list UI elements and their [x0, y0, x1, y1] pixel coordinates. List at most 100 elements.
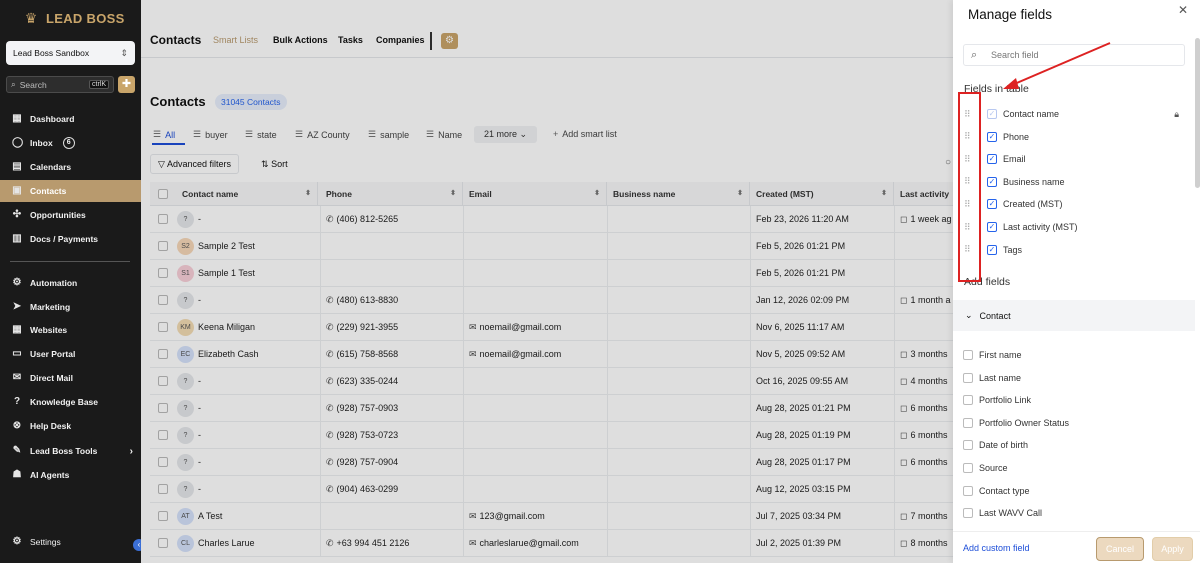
row-checkbox[interactable]: [158, 295, 168, 305]
field-checkbox[interactable]: [963, 463, 973, 473]
table-row[interactable]: ? - ✆ (928) 753-0723 Aug 28, 2025 01:19 PM ◻ 6…: [150, 422, 960, 449]
sidebar-item-opportunities[interactable]: ✣ Opportunities: [0, 204, 141, 226]
table-row[interactable]: ? - ✆ (480) 613-8830 Jan 12, 2026 02:09 PM ◻ 1…: [150, 287, 960, 314]
row-checkbox[interactable]: [158, 268, 168, 278]
sidebar-item-ai-agents[interactable]: ☗ AI Agents: [0, 464, 141, 486]
contact-name-cell[interactable]: ? -: [177, 449, 317, 476]
select-all-checkbox[interactable]: [158, 189, 168, 199]
field-in-table-row[interactable]: ⠿ ✓ Created (MST): [963, 193, 1188, 215]
phone-cell[interactable]: ✆ (229) 921-3955: [326, 314, 462, 341]
list-tab-sample[interactable]: ☰ sample: [368, 129, 409, 140]
email-cell[interactable]: ✉ noemail@gmail.com: [469, 314, 605, 341]
list-tab-name[interactable]: ☰ Name: [426, 129, 462, 140]
row-checkbox[interactable]: [158, 241, 168, 251]
sidebar-item-help-desk[interactable]: ⊗ Help Desk: [0, 415, 141, 437]
row-checkbox[interactable]: [158, 484, 168, 494]
sidebar-item-calendars[interactable]: ▤ Calendars: [0, 156, 141, 178]
table-row[interactable]: ? - ✆ (928) 757-0903 Aug 28, 2025 01:21 PM ◻ 6…: [150, 395, 960, 422]
email-cell[interactable]: [469, 476, 605, 503]
sidebar-item-docs-payments[interactable]: ▥ Docs / Payments: [0, 228, 141, 250]
phone-cell[interactable]: [326, 233, 462, 260]
settings-gear-button[interactable]: ⚙: [441, 33, 458, 49]
column-header-phone[interactable]: Phone ⬍: [320, 182, 463, 206]
table-row[interactable]: ? - ✆ (406) 812-5265 Feb 23, 2026 11:20 AM ◻ 1…: [150, 206, 960, 233]
sidebar-item-direct-mail[interactable]: ✉ Direct Mail: [0, 367, 141, 389]
contact-name-cell[interactable]: ? -: [177, 287, 317, 314]
email-cell[interactable]: [469, 287, 605, 314]
phone-cell[interactable]: ✆ (480) 613-8830: [326, 287, 462, 314]
add-field-row[interactable]: Portfolio Link: [963, 391, 1031, 409]
column-header-last-activity[interactable]: Last activity: [894, 182, 960, 206]
column-header-created[interactable]: Created (MST) ⬍: [750, 182, 894, 206]
contact-name-cell[interactable]: AT A Test: [177, 503, 317, 530]
field-in-table-row[interactable]: ⠿ ✓ Phone: [963, 126, 1188, 148]
close-icon[interactable]: ✕: [1178, 3, 1188, 17]
sidebar-item-inbox[interactable]: ◯ Inbox 6: [0, 132, 141, 154]
quick-add-button[interactable]: ✚: [118, 76, 135, 93]
add-field-row[interactable]: Last WAVV Call: [963, 504, 1042, 522]
field-checkbox[interactable]: ✓: [987, 154, 997, 165]
field-checkbox[interactable]: ✓: [987, 222, 997, 232]
table-row[interactable]: ? - ✆ (928) 757-0904 Aug 28, 2025 01:17 PM ◻ 6…: [150, 449, 960, 476]
tab-companies[interactable]: Companies: [376, 35, 425, 45]
field-checkbox[interactable]: [963, 417, 973, 428]
tab-smart-lists[interactable]: Smart Lists: [213, 35, 258, 45]
sidebar-item-automation[interactable]: ⚙ Automation: [0, 272, 141, 294]
sidebar-item-user-portal[interactable]: ▭ User Portal: [0, 343, 141, 365]
row-checkbox[interactable]: [158, 457, 168, 467]
add-field-row[interactable]: Portfolio Owner Status: [963, 414, 1069, 432]
sidebar-item-marketing[interactable]: ➤ Marketing: [0, 296, 141, 318]
row-checkbox[interactable]: [158, 538, 168, 548]
contact-section-accordion[interactable]: ⌄ Contact: [953, 300, 1195, 331]
email-cell[interactable]: [469, 422, 605, 449]
table-row[interactable]: KM Keena Miligan ✆ (229) 921-3955 ✉ noemail@g…: [150, 314, 960, 341]
add-field-row[interactable]: Contact type: [963, 482, 1030, 500]
row-checkbox[interactable]: [158, 430, 168, 440]
table-row[interactable]: ? - ✆ (904) 463-0299 Aug 12, 2025 03:15 PM: [150, 476, 960, 503]
email-cell[interactable]: ✉ charleslarue@gmail.com: [469, 530, 605, 557]
contact-name-cell[interactable]: S2 Sample 2 Test: [177, 233, 317, 260]
field-checkbox[interactable]: [963, 395, 973, 406]
add-field-row[interactable]: Date of birth: [963, 436, 1028, 454]
sidebar-item-settings[interactable]: ⚙ Settings: [0, 531, 141, 553]
field-in-table-row[interactable]: ⠿ ✓ Last activity (MST): [963, 216, 1188, 238]
contact-name-cell[interactable]: CL Charles Larue: [177, 530, 317, 557]
contact-name-cell[interactable]: KM Keena Miligan: [177, 314, 317, 341]
table-row[interactable]: S2 Sample 2 Test Feb 5, 2026 01:21 PM: [150, 233, 960, 260]
field-in-table-row[interactable]: ⠿ ✓ Contact name 🔒︎: [963, 103, 1188, 125]
email-cell[interactable]: [469, 206, 605, 233]
field-in-table-row[interactable]: ⠿ ✓ Email: [963, 148, 1188, 170]
row-checkbox[interactable]: [158, 322, 168, 332]
row-checkbox[interactable]: [158, 511, 168, 521]
tab-bulk-actions[interactable]: Bulk Actions: [273, 35, 328, 45]
phone-cell[interactable]: ✆ (615) 758-8568: [326, 341, 462, 368]
drawer-scrollbar[interactable]: [1195, 38, 1200, 188]
row-checkbox[interactable]: [158, 376, 168, 386]
contact-name-cell[interactable]: ? -: [177, 476, 317, 503]
field-checkbox[interactable]: [963, 508, 973, 519]
sort-button[interactable]: ⇅ Sort: [253, 154, 296, 174]
add-smart-list-button[interactable]: + Add smart list: [553, 129, 617, 139]
list-tab-buyer[interactable]: ☰ buyer: [193, 129, 228, 140]
add-field-row[interactable]: Last name: [963, 369, 1021, 387]
field-checkbox[interactable]: [963, 372, 973, 383]
contact-name-cell[interactable]: S1 Sample 1 Test: [177, 260, 317, 287]
sidebar-search[interactable]: ⌕ Search ctrlK: [6, 76, 114, 93]
table-row[interactable]: AT A Test ✉ 123@gmail.com Jul 7, 2025 03:34 …: [150, 503, 960, 530]
phone-cell[interactable]: ✆ (623) 335-0244: [326, 368, 462, 395]
table-row[interactable]: EC Elizabeth Cash ✆ (615) 758-8568 ✉ noemail@…: [150, 341, 960, 368]
sidebar-item-knowledge-base[interactable]: ? Knowledge Base: [0, 391, 141, 413]
tab-tasks[interactable]: Tasks: [338, 35, 363, 45]
field-in-table-row[interactable]: ⠿ ✓ Business name: [963, 171, 1188, 193]
phone-cell[interactable]: ✆ +63 994 451 2126: [326, 530, 462, 557]
field-checkbox[interactable]: ✓: [987, 199, 997, 210]
phone-cell[interactable]: [326, 260, 462, 287]
list-tab-all[interactable]: ☰ All: [153, 129, 175, 140]
column-header-email[interactable]: Email ⬍: [463, 182, 607, 206]
field-checkbox[interactable]: [963, 485, 973, 496]
phone-cell[interactable]: ✆ (928) 757-0903: [326, 395, 462, 422]
field-search-input[interactable]: ⌕ Search field: [963, 44, 1185, 66]
field-in-table-row[interactable]: ⠿ ✓ Tags: [963, 239, 1188, 261]
field-checkbox[interactable]: [963, 440, 973, 451]
contact-name-cell[interactable]: ? -: [177, 395, 317, 422]
